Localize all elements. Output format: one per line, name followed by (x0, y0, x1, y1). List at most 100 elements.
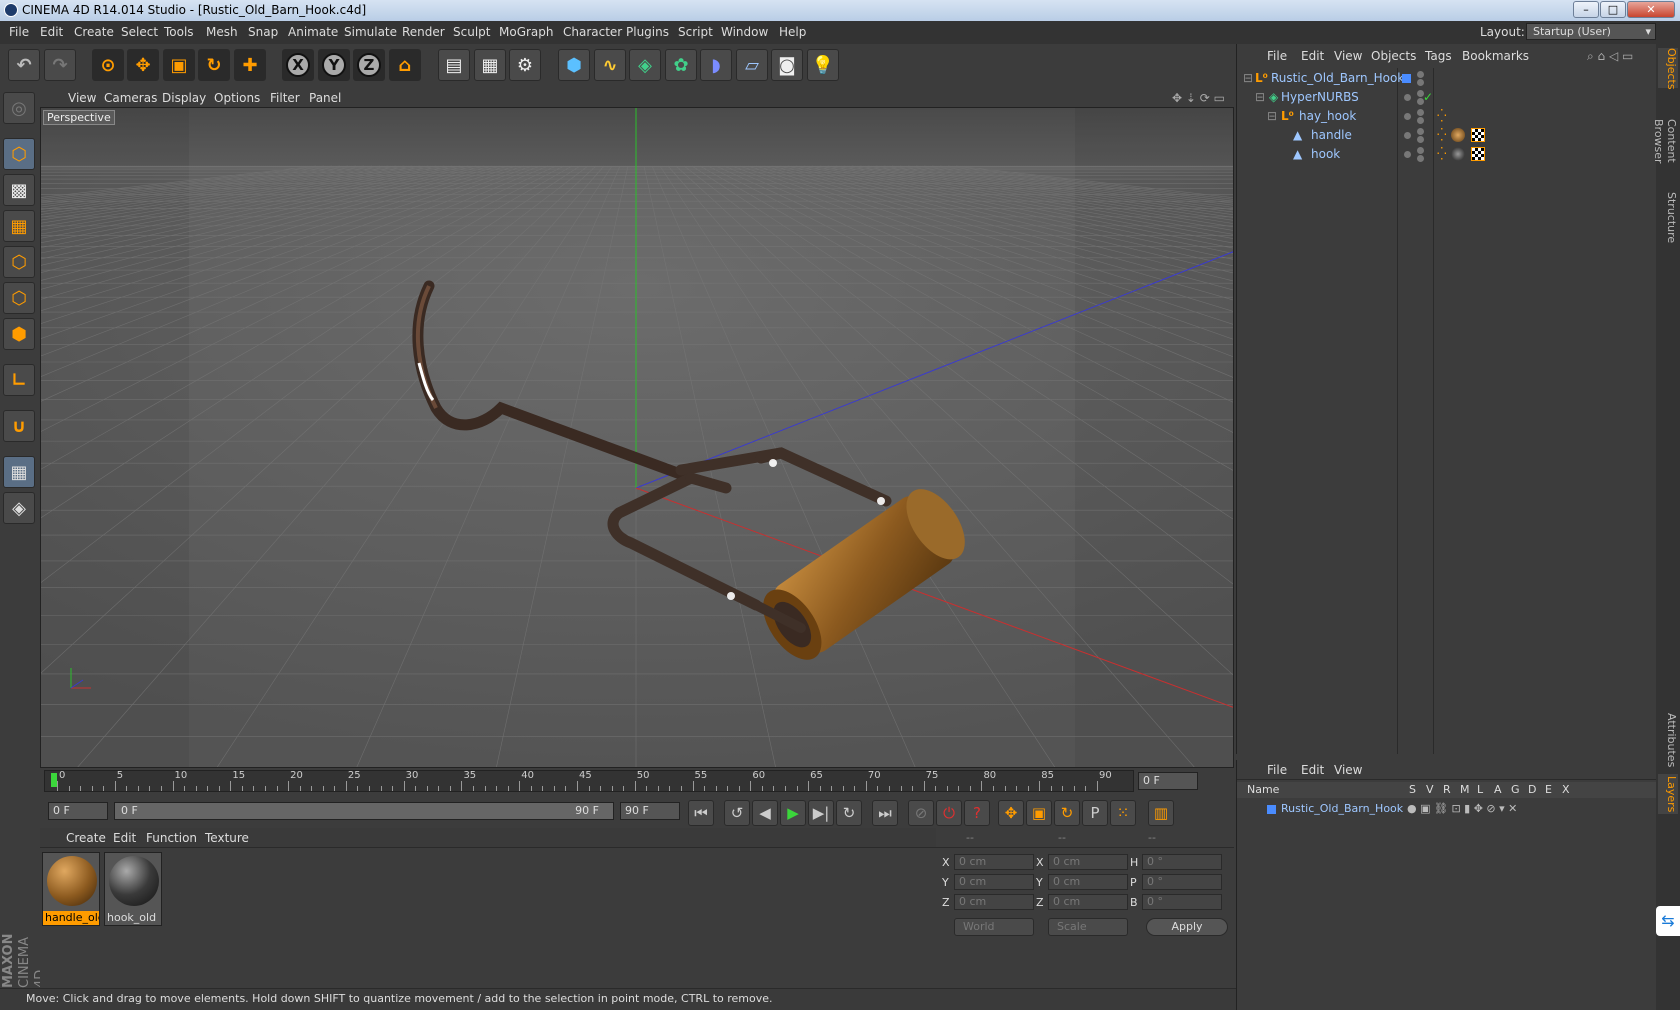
key-pla-icon[interactable]: ⁙ (1110, 800, 1136, 826)
menu-plugins[interactable]: Plugins (626, 25, 669, 39)
make-editable-icon[interactable]: ◎ (3, 92, 35, 124)
y-axis-lock-button[interactable]: Y (318, 49, 350, 81)
floor-icon[interactable]: ▱ (736, 49, 768, 81)
menu-animate[interactable]: Animate (288, 25, 338, 39)
object-menu-edit[interactable]: Edit (1301, 49, 1324, 63)
timeline-ruler[interactable]: 0 5 10 15 20 25 30 35 40 45 50 55 60 65 70 75 80 85 90 0 F (40, 768, 1234, 798)
tree-row-hook[interactable]: ▲ hook ⁛ (1237, 144, 1657, 164)
menu-sculpt[interactable]: Sculpt (453, 25, 490, 39)
maximize-button[interactable]: □ (1600, 1, 1626, 18)
material-menu-edit[interactable]: Edit (113, 831, 136, 845)
viewport-menu-panel[interactable]: Panel (309, 91, 341, 105)
start-frame-field[interactable]: 0 F (48, 802, 108, 820)
timeline-window-icon[interactable]: ▥ (1148, 800, 1174, 826)
locked-workplane-icon[interactable]: ◈ (3, 492, 35, 524)
coordinate-mode-select[interactable]: World (954, 918, 1034, 936)
search-icon[interactable]: ⌕ ⌂ ◁ ▭ (1587, 49, 1633, 64)
layer-color-icon[interactable] (1402, 74, 1411, 83)
snap-magnet-icon[interactable]: ∪ (3, 410, 35, 442)
undo-icon[interactable]: ↶ (8, 49, 40, 81)
layer-row[interactable]: Rustic_Old_Barn_Hook ● ▣ ⛓ ⊡ ▮ ✥ ⊘ ▾ ✕ (1237, 800, 1657, 818)
size-z-field[interactable]: 0 cm (1048, 894, 1128, 910)
material-menu-texture[interactable]: Texture (205, 831, 249, 845)
layer-flags-icons[interactable]: ● ▣ ⛓ ⊡ ▮ ✥ ⊘ ▾ ✕ (1407, 800, 1517, 818)
render-view-icon[interactable]: ▤ (438, 49, 470, 81)
viewport-menu-view[interactable]: View (68, 91, 96, 105)
previous-key-icon[interactable]: ↺ (724, 800, 750, 826)
viewport-menu-filter[interactable]: Filter (270, 91, 300, 105)
points-mode-icon[interactable]: ⬡ (3, 246, 35, 278)
position-z-field[interactable]: 0 cm (954, 894, 1034, 910)
axis-mode-icon[interactable]: ∟ (3, 364, 35, 396)
close-button[interactable]: ✕ (1627, 1, 1675, 18)
object-menu-file[interactable]: File (1267, 49, 1287, 63)
nurbs-icon[interactable]: ◈ (629, 49, 661, 81)
render-settings-icon[interactable]: ⚙ (509, 49, 541, 81)
viewport-nav-icons[interactable]: ✥ ⇣ ⟳ ▭ (1172, 91, 1225, 105)
current-frame-field[interactable]: 0 F (1138, 772, 1198, 790)
uvw-tag-icon[interactable] (1471, 147, 1485, 161)
tree-row-rustic-old-barn-hook[interactable]: ⊟ L⁰ Rustic_Old_Barn_Hook (1237, 68, 1657, 88)
viewport-menu-cameras[interactable]: Cameras (104, 91, 157, 105)
move-tool-icon[interactable]: ✥ (127, 49, 159, 81)
apply-button[interactable]: Apply (1146, 918, 1228, 936)
position-y-field[interactable]: 0 cm (954, 874, 1034, 890)
menu-snap[interactable]: Snap (248, 25, 278, 39)
material-tag-icon[interactable] (1451, 147, 1465, 161)
menu-tools[interactable]: Tools (164, 25, 194, 39)
previous-frame-icon[interactable]: ◀ (752, 800, 778, 826)
tab-attributes[interactable]: Attributes (1658, 712, 1678, 768)
play-icon[interactable]: ▶ (780, 800, 806, 826)
z-axis-lock-button[interactable]: Z (353, 49, 385, 81)
tree-row-hay-hook[interactable]: ⊟ L⁰ hay_hook ⁛ (1237, 106, 1657, 126)
light-bulb-icon[interactable]: 💡 (807, 49, 839, 81)
texture-mode-icon[interactable]: ▩ (3, 174, 35, 206)
add-tool-icon[interactable]: ✚ (234, 49, 266, 81)
key-rotation-icon[interactable]: ↻ (1054, 800, 1080, 826)
menu-script[interactable]: Script (678, 25, 713, 39)
layer-color-icon[interactable] (1267, 805, 1276, 814)
live-selection-icon[interactable]: ⊙ (92, 49, 124, 81)
teamviewer-icon[interactable]: ⇆ (1656, 906, 1680, 936)
uvw-tag-icon[interactable] (1471, 128, 1485, 142)
material-swatch-hook-old[interactable]: hook_old (104, 852, 162, 926)
rotation-p-field[interactable]: 0 ° (1142, 874, 1222, 890)
rotation-h-field[interactable]: 0 ° (1142, 854, 1222, 870)
viewport-menu-display[interactable]: Display (162, 91, 206, 105)
menu-mograph[interactable]: MoGraph (499, 25, 554, 39)
material-tag-icon[interactable] (1451, 128, 1465, 142)
menu-edit[interactable]: Edit (40, 25, 63, 39)
tag-icon[interactable]: ⁛ (1437, 106, 1447, 126)
object-menu-view[interactable]: View (1334, 49, 1362, 63)
key-parameter-icon[interactable]: P (1082, 800, 1108, 826)
end-frame-field[interactable]: 90 F (620, 802, 680, 820)
tree-row-handle[interactable]: ▲ handle ⁛ (1237, 125, 1657, 145)
coordinate-system-icon[interactable]: ⌂ (389, 49, 421, 81)
workplane-lock-icon[interactable]: ▦ (3, 456, 35, 488)
edges-mode-icon[interactable]: ⬡ (3, 282, 35, 314)
size-y-field[interactable]: 0 cm (1048, 874, 1128, 890)
size-x-field[interactable]: 0 cm (1048, 854, 1128, 870)
next-key-icon[interactable]: ↻ (836, 800, 862, 826)
viewport-menu-options[interactable]: Options (214, 91, 260, 105)
camera-icon[interactable]: ◙ (771, 49, 803, 81)
model-mode-icon[interactable]: ⬡ (3, 138, 35, 170)
tab-structure[interactable]: Structure (1658, 192, 1678, 243)
record-keys-icon[interactable]: ⊘ (908, 800, 934, 826)
menu-create[interactable]: Create (74, 25, 114, 39)
phong-tag-icon[interactable]: ⁛ (1437, 144, 1447, 164)
menu-window[interactable]: Window (721, 25, 768, 39)
menu-file[interactable]: File (9, 25, 29, 39)
menu-select[interactable]: Select (121, 25, 158, 39)
material-menu-function[interactable]: Function (146, 831, 197, 845)
next-frame-icon[interactable]: ▶| (808, 800, 834, 826)
rotate-tool-icon[interactable]: ↻ (198, 49, 230, 81)
menu-simulate[interactable]: Simulate (344, 25, 397, 39)
layer-menu-file[interactable]: File (1267, 763, 1287, 777)
deformer-icon[interactable]: ◗ (700, 49, 732, 81)
spline-icon[interactable]: ∿ (594, 49, 626, 81)
autokey-icon[interactable]: ⏻ (936, 800, 962, 826)
scale-tool-icon[interactable]: ▣ (163, 49, 195, 81)
tab-layers[interactable]: Layers (1658, 774, 1678, 814)
material-menu-create[interactable]: Create (66, 831, 106, 845)
